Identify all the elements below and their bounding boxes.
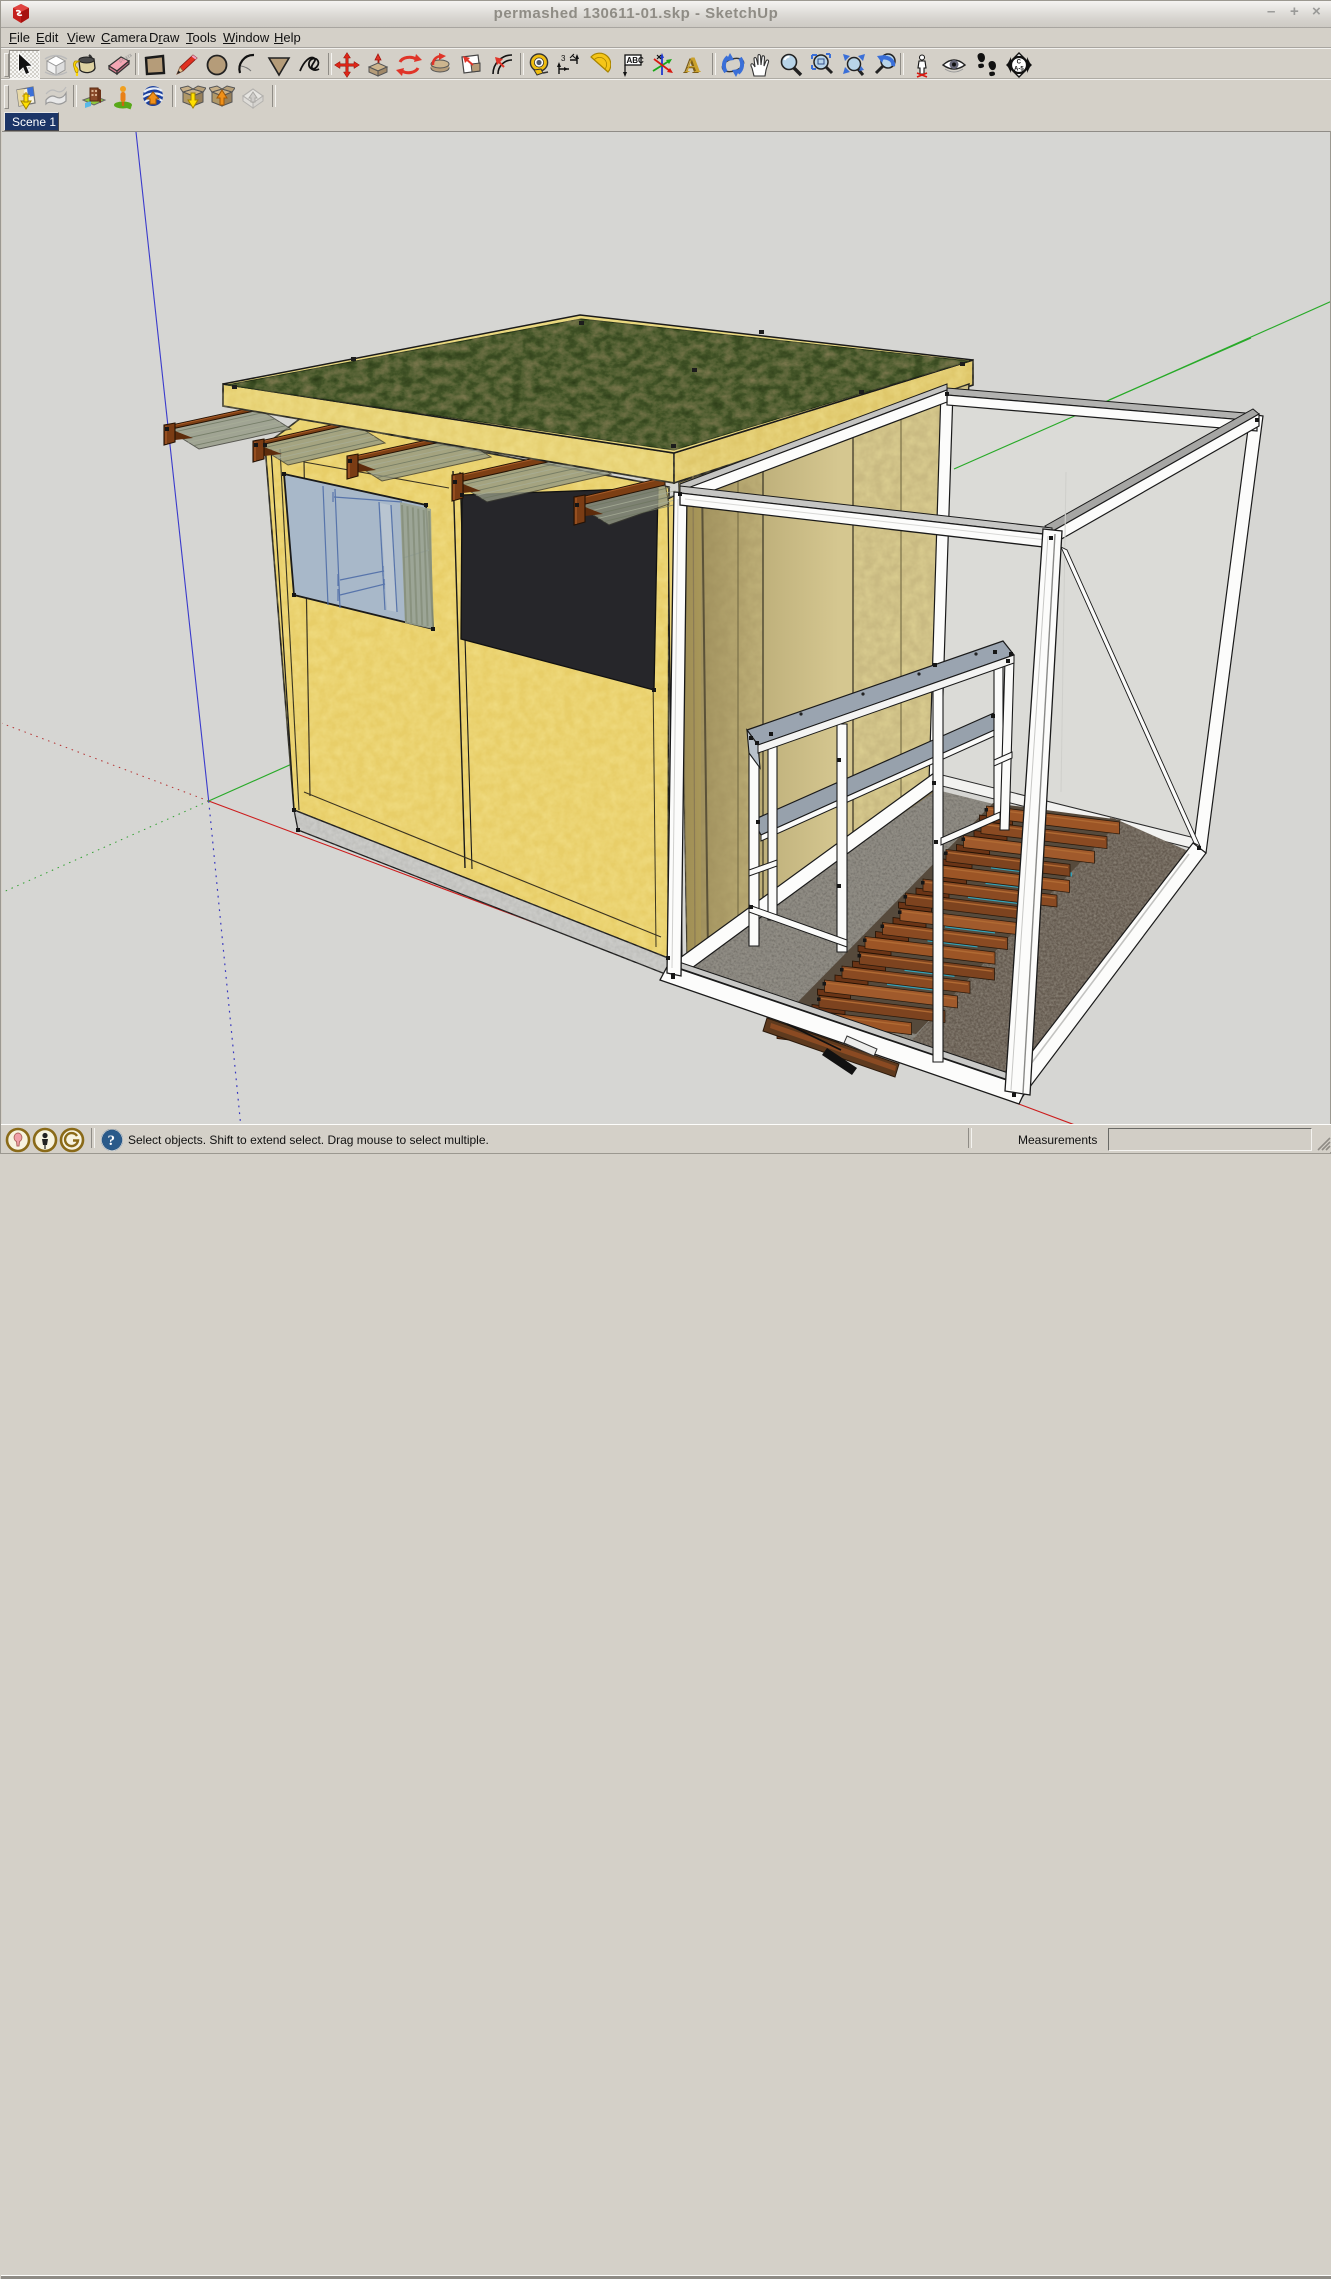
svg-text:A: A — [685, 52, 701, 77]
svg-text:?: ? — [108, 1133, 116, 1149]
svg-text:A-5: A-5 — [1014, 67, 1024, 73]
svg-text:ABC: ABC — [627, 56, 645, 65]
svg-text:3: 3 — [561, 54, 566, 63]
svg-text:C: C — [1017, 60, 1022, 66]
